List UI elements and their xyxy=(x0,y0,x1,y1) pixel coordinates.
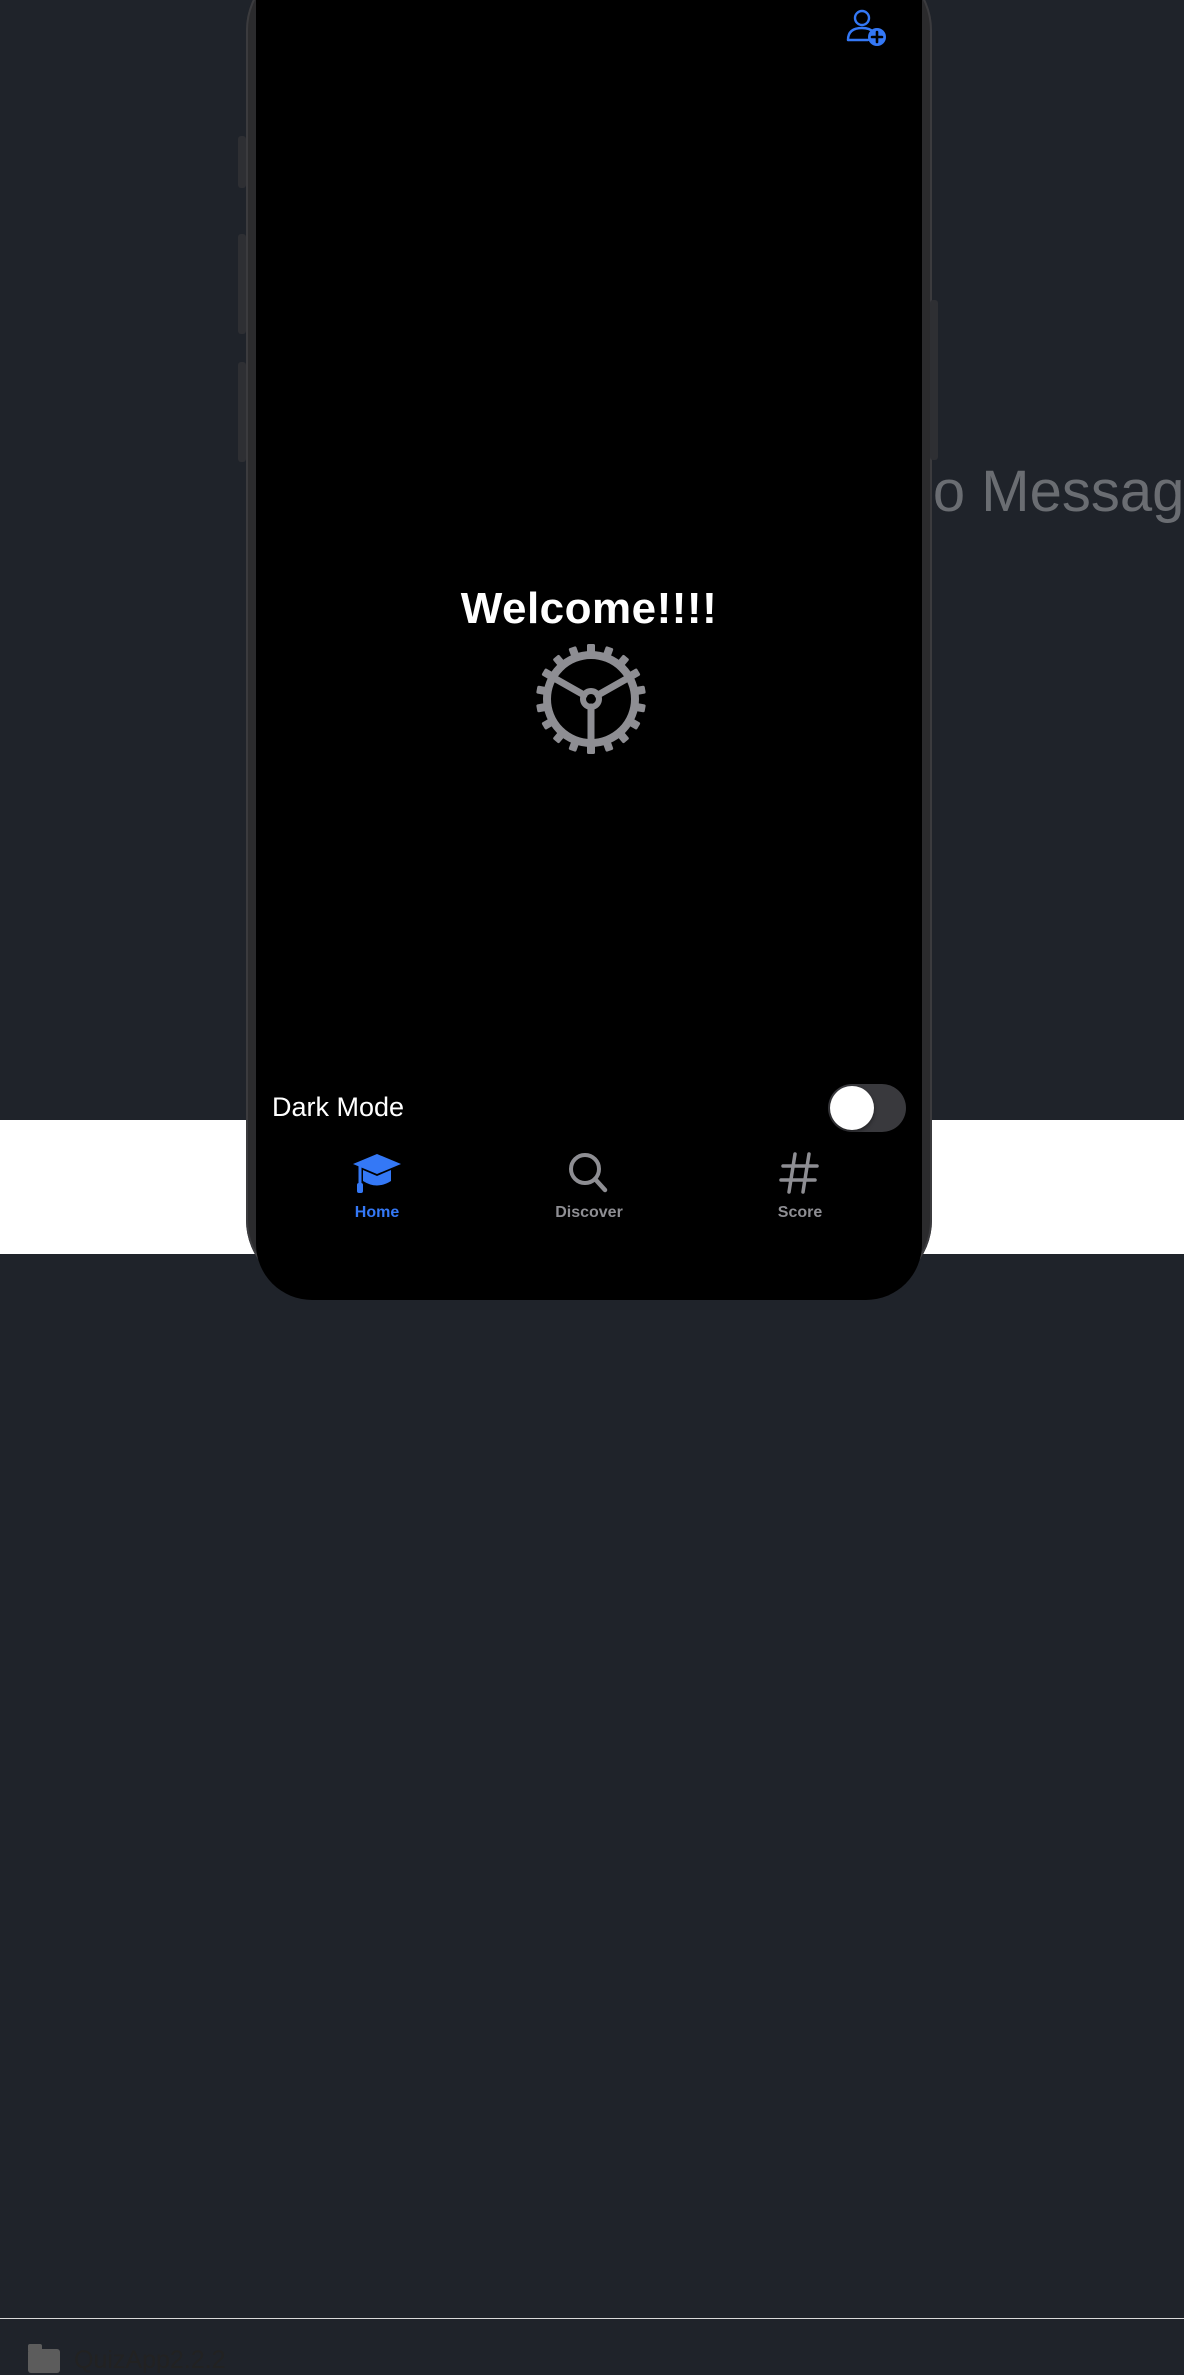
tab-score-label: Score xyxy=(777,1204,823,1221)
toggle-knob xyxy=(830,1086,874,1130)
number-sign-icon xyxy=(779,1152,819,1194)
gear-icon[interactable] xyxy=(534,642,648,756)
tab-discover-label: Discover xyxy=(555,1204,623,1221)
volume-down-button xyxy=(238,362,246,462)
person-add-icon xyxy=(846,9,886,46)
power-button xyxy=(930,300,938,460)
tab-home-label: Home xyxy=(354,1204,400,1221)
dark-mode-toggle[interactable] xyxy=(828,1084,906,1132)
folder-icon xyxy=(28,2343,60,2373)
tab-discover[interactable]: Discover xyxy=(519,1150,659,1222)
dark-mode-label: Dark Mode xyxy=(272,1092,405,1122)
volume-up-button xyxy=(238,234,246,334)
tab-bar: Home Discover Score xyxy=(256,1150,922,1230)
mute-switch xyxy=(238,136,246,188)
phone-screen: Welcome!!!! Dark Mode Home Discover Scor… xyxy=(256,0,922,1300)
panel-divider xyxy=(0,2318,1184,2319)
add-user-button[interactable] xyxy=(846,4,890,48)
tab-home[interactable]: Home xyxy=(307,1150,447,1222)
file-item[interactable]: QuizApp2.2.2 xyxy=(28,2343,226,2375)
file-item-label: QuizApp2.2.2 xyxy=(74,2346,226,2374)
tab-score[interactable]: Score xyxy=(730,1150,870,1222)
no-message-text: lo Message xyxy=(920,459,1184,524)
search-icon xyxy=(569,1153,608,1193)
graduation-cap-icon xyxy=(353,1154,401,1193)
welcome-title: Welcome!!!! xyxy=(460,584,718,633)
